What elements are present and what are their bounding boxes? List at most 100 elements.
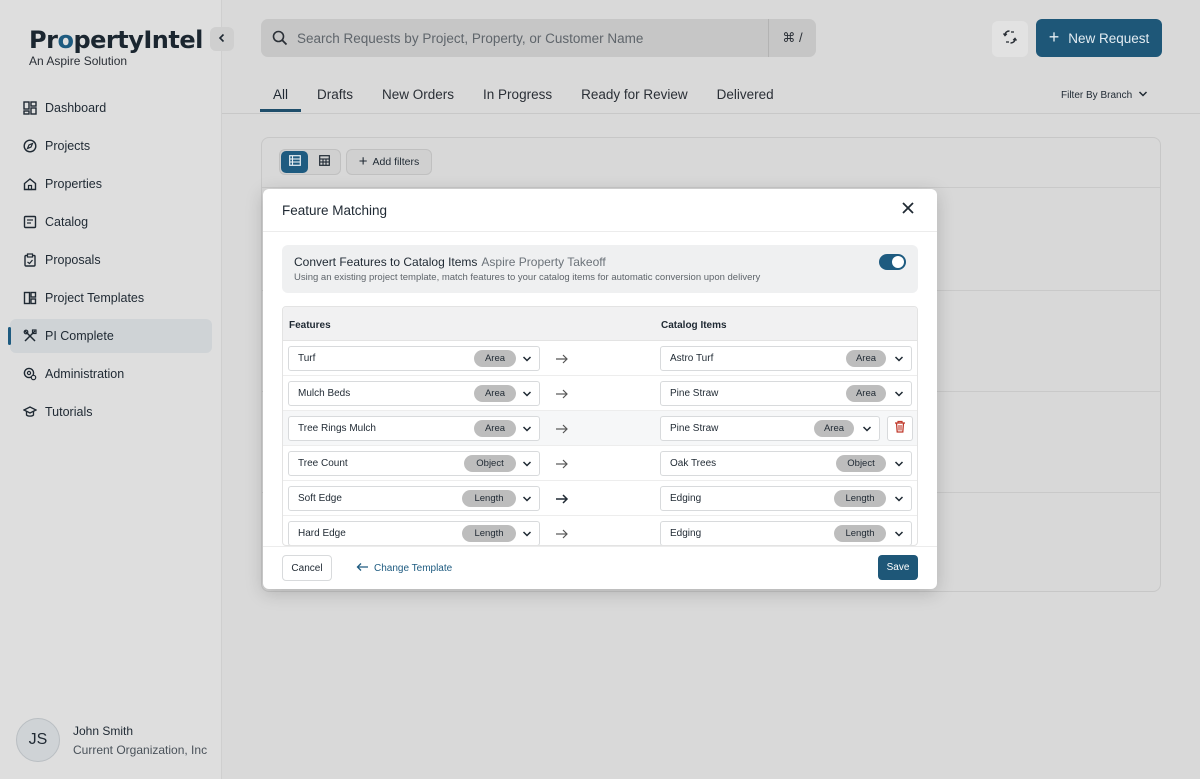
- feature-name: Soft Edge: [298, 493, 342, 504]
- arrow-right-icon: [555, 457, 569, 469]
- sidebar: PropertyIntel An Aspire Solution Dashboa…: [0, 0, 222, 779]
- catalog-items-column-header: Catalog Items: [661, 320, 727, 331]
- catalog-type-badge: Length: [834, 525, 886, 542]
- dashboard-icon: [23, 101, 37, 115]
- arrow-right-icon: [555, 352, 569, 364]
- grid-view-button[interactable]: [309, 150, 339, 174]
- convert-features-title: Convert Features to Catalog Items Aspire …: [294, 255, 606, 269]
- modal-title: Feature Matching: [282, 203, 388, 218]
- catalog-item-select[interactable]: Pine Straw Area: [660, 381, 912, 406]
- feature-type-badge: Object: [464, 455, 516, 472]
- avatar: JS: [16, 718, 60, 762]
- clipboard-icon: [23, 253, 37, 267]
- admin-icon: [23, 367, 37, 381]
- sync-button[interactable]: [992, 21, 1028, 57]
- sidebar-item-proposals[interactable]: Proposals: [10, 243, 212, 277]
- catalog-item-select[interactable]: Pine Straw Area: [660, 416, 880, 441]
- search-input[interactable]: Search Requests by Project, Property, or…: [297, 31, 768, 46]
- list-view-icon: [288, 153, 301, 171]
- chevron-down-icon: [521, 458, 533, 470]
- sidebar-item-label: Project Templates: [45, 291, 145, 305]
- catalog-icon: [23, 215, 37, 229]
- tab-all[interactable]: All: [260, 80, 302, 112]
- catalog-type-badge: Object: [836, 455, 886, 472]
- sidebar-item-pi-complete[interactable]: PI Complete: [8, 319, 212, 353]
- sidebar-item-label: Catalog: [45, 215, 89, 229]
- catalog-item-name: Pine Straw: [670, 388, 719, 399]
- feature-select[interactable]: Soft Edge Length: [288, 486, 540, 511]
- new-request-label: New Request: [1068, 30, 1150, 46]
- catalog-item-select[interactable]: Astro Turf Area: [660, 346, 912, 371]
- sidebar-item-projects[interactable]: Projects: [10, 129, 212, 163]
- sidebar-item-label: Projects: [45, 139, 91, 153]
- sidebar-item-catalog[interactable]: Catalog: [10, 205, 212, 239]
- modal-footer-divider: [263, 546, 937, 547]
- filter-by-branch-dropdown[interactable]: Filter By Branch: [1061, 90, 1148, 101]
- sidebar-item-administration[interactable]: Administration: [10, 357, 212, 391]
- chevron-down-icon: [521, 493, 533, 505]
- collapse-sidebar-button[interactable]: [210, 27, 234, 51]
- feature-type-badge: Area: [474, 385, 516, 402]
- template-name: Aspire Property Takeoff: [481, 255, 606, 269]
- tab-in-progress[interactable]: In Progress: [470, 80, 565, 112]
- arrow-left-icon: [356, 562, 374, 575]
- sidebar-item-tutorials[interactable]: Tutorials: [10, 395, 212, 429]
- feature-matching-modal: Feature Matching Convert Features to Cat…: [263, 189, 937, 589]
- sync-icon: [1002, 29, 1018, 50]
- sidebar-item-properties[interactable]: Properties: [10, 167, 212, 201]
- change-template-label: Change Template: [374, 563, 453, 574]
- tab-new-orders[interactable]: New Orders: [369, 80, 467, 112]
- feature-select[interactable]: Mulch Beds Area: [288, 381, 540, 406]
- table-row: Mulch Beds Area Pine Straw Area: [283, 376, 917, 411]
- tab-delivered[interactable]: Delivered: [704, 80, 787, 112]
- chevron-left-icon: [217, 30, 227, 48]
- feature-type-badge: Length: [462, 490, 516, 507]
- feature-select[interactable]: Tree Rings Mulch Area: [288, 416, 540, 441]
- catalog-type-badge: Area: [846, 385, 886, 402]
- close-icon: [902, 201, 914, 219]
- feature-select[interactable]: Tree Count Object: [288, 451, 540, 476]
- chevron-down-icon: [893, 493, 905, 505]
- convert-features-label: Convert Features to Catalog Items: [294, 255, 478, 269]
- chevron-down-icon: [521, 423, 533, 435]
- house-icon: [23, 177, 37, 191]
- sidebar-nav: Dashboard Projects Properties Catalog Pr…: [8, 91, 212, 433]
- tools-icon: [23, 329, 37, 343]
- table-row: Turf Area Astro Turf Area: [283, 341, 917, 376]
- feature-name: Tree Count: [298, 458, 348, 469]
- logo[interactable]: PropertyIntel An Aspire Solution: [29, 26, 203, 68]
- chevron-down-icon: [893, 388, 905, 400]
- feature-name: Mulch Beds: [298, 388, 351, 399]
- user-org: Current Organization, Inc: [73, 742, 208, 757]
- change-template-link[interactable]: Change Template: [356, 562, 452, 575]
- sidebar-item-label: PI Complete: [45, 329, 114, 343]
- catalog-item-name: Oak Trees: [670, 458, 717, 469]
- sidebar-item-project-templates[interactable]: Project Templates: [10, 281, 212, 315]
- catalog-item-name: Edging: [670, 493, 702, 504]
- tab-ready-for-review[interactable]: Ready for Review: [568, 80, 701, 112]
- catalog-item-name: Astro Turf: [670, 353, 714, 364]
- convert-features-toggle[interactable]: [879, 254, 906, 270]
- catalog-item-select[interactable]: Oak Trees Object: [660, 451, 912, 476]
- close-button[interactable]: [899, 201, 917, 219]
- modal-divider: [263, 231, 937, 232]
- add-filters-button[interactable]: + Add filters: [346, 149, 432, 175]
- sidebar-item-dashboard[interactable]: Dashboard: [10, 91, 212, 125]
- table-view-icon: [318, 153, 330, 171]
- status-tabs: All Drafts New Orders In Progress Ready …: [260, 80, 790, 112]
- catalog-item-select[interactable]: Edging Length: [660, 486, 912, 511]
- cancel-button[interactable]: Cancel: [282, 555, 332, 581]
- list-view-button[interactable]: [281, 151, 308, 173]
- catalog-item-select[interactable]: Edging Length: [660, 521, 912, 545]
- feature-name: Tree Rings Mulch: [298, 423, 376, 434]
- tab-drafts[interactable]: Drafts: [304, 80, 366, 112]
- view-toggle: [279, 149, 341, 175]
- delete-row-button[interactable]: [887, 416, 913, 441]
- new-request-button[interactable]: + New Request: [1036, 19, 1162, 57]
- search-bar[interactable]: Search Requests by Project, Property, or…: [261, 19, 816, 57]
- save-button[interactable]: Save: [878, 555, 918, 580]
- feature-select[interactable]: Hard Edge Length: [288, 521, 540, 545]
- feature-type-badge: Length: [462, 525, 516, 542]
- feature-select[interactable]: Turf Area: [288, 346, 540, 371]
- user-profile[interactable]: JS John Smith Current Organization, Inc: [16, 718, 207, 762]
